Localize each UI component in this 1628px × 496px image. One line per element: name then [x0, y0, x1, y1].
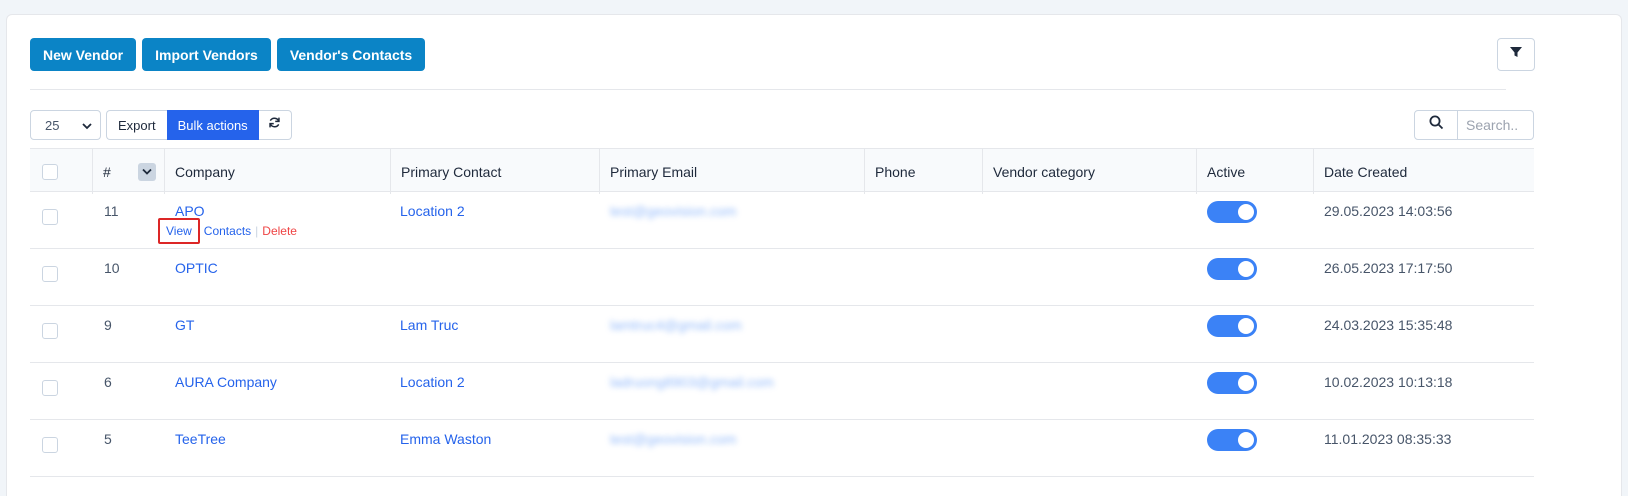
select-all-checkbox[interactable] — [42, 163, 58, 180]
toggle-knob — [1238, 432, 1254, 448]
search-group — [1414, 110, 1534, 140]
refresh-icon — [268, 116, 281, 134]
row-actions: View Contacts | Delete — [158, 218, 297, 244]
search-button[interactable] — [1414, 110, 1458, 140]
active-toggle[interactable] — [1207, 315, 1257, 337]
toggle-knob — [1238, 375, 1254, 391]
export-button-group: Export Bulk actions — [106, 110, 292, 140]
row-checkbox[interactable] — [42, 209, 58, 225]
primary-contact-link[interactable]: Lam Truc — [400, 317, 458, 333]
date-created: 29.05.2023 14:03:56 — [1324, 203, 1453, 219]
row-id: 10 — [104, 260, 120, 276]
bulk-actions-button[interactable]: Bulk actions — [166, 110, 259, 140]
date-created: 24.03.2023 15:35:48 — [1324, 317, 1453, 333]
header-date-created[interactable]: Date Created — [1314, 149, 1534, 194]
filter-button[interactable] — [1497, 38, 1535, 71]
top-action-bar: New Vendor Import Vendors Vendor's Conta… — [30, 38, 426, 71]
header-primary-email[interactable]: Primary Email — [600, 149, 865, 194]
row-checkbox[interactable] — [42, 380, 58, 396]
primary-contact-link[interactable]: Location 2 — [400, 374, 465, 390]
header-number-label: # — [103, 163, 111, 180]
company-link[interactable]: GT — [175, 317, 194, 333]
toolbar-divider — [30, 89, 1506, 90]
primary-email: ladruong8903@gmail.com — [610, 374, 774, 390]
primary-contact-link[interactable]: Emma Waston — [400, 431, 491, 447]
primary-email: test@geovision.com — [610, 203, 737, 219]
table-row: 9 GT Lam Truc lamtruc4@gmail.com 24.03.2… — [30, 306, 1534, 363]
header-number: # — [93, 149, 165, 194]
table-row: 10 OPTIC 26.05.2023 17:17:50 — [30, 249, 1534, 306]
active-toggle[interactable] — [1207, 429, 1257, 451]
import-vendors-button[interactable]: Import Vendors — [142, 38, 271, 71]
page-size-value: 25 — [45, 117, 60, 133]
active-toggle[interactable] — [1207, 372, 1257, 394]
table-row: 11 APO View Contacts | Delete Location 2… — [30, 192, 1534, 249]
search-icon — [1429, 115, 1444, 135]
row-checkbox[interactable] — [42, 266, 58, 282]
reload-button[interactable] — [258, 110, 292, 140]
header-primary-contact[interactable]: Primary Contact — [391, 149, 600, 194]
primary-email: lamtruc4@gmail.com — [610, 317, 742, 333]
company-link[interactable]: OPTIC — [175, 260, 218, 276]
vendors-contacts-button[interactable]: Vendor's Contacts — [276, 38, 426, 71]
company-link[interactable]: TeeTree — [175, 431, 226, 447]
sort-dropdown-icon[interactable] — [138, 162, 156, 181]
table-row: 5 TeeTree Emma Waston test@geovision.com… — [30, 420, 1534, 477]
contacts-link[interactable]: Contacts — [204, 224, 251, 238]
primary-contact-link[interactable]: Location 2 — [400, 203, 465, 219]
header-company[interactable]: Company — [165, 149, 391, 194]
header-select-all — [30, 149, 93, 194]
row-id: 11 — [104, 203, 119, 219]
date-created: 26.05.2023 17:17:50 — [1324, 260, 1453, 276]
date-created: 11.01.2023 08:35:33 — [1324, 431, 1452, 447]
search-input[interactable] — [1458, 110, 1534, 140]
row-id: 6 — [104, 374, 112, 390]
company-link[interactable]: APO — [175, 203, 205, 219]
row-checkbox[interactable] — [42, 437, 58, 453]
header-phone[interactable]: Phone — [865, 149, 983, 194]
action-separator: | — [255, 224, 259, 238]
header-active[interactable]: Active — [1197, 149, 1314, 194]
header-vendor-category[interactable]: Vendor category — [983, 149, 1197, 194]
export-button[interactable]: Export — [106, 110, 167, 140]
view-link[interactable]: View — [158, 218, 200, 244]
toggle-knob — [1238, 261, 1254, 277]
new-vendor-button[interactable]: New Vendor — [30, 38, 137, 71]
row-id: 9 — [104, 317, 112, 333]
active-toggle[interactable] — [1207, 258, 1257, 280]
row-id: 5 — [104, 431, 112, 447]
chevron-down-icon — [82, 118, 92, 133]
vendors-table: # Company Primary Contact Primary Email … — [30, 148, 1534, 477]
toggle-knob — [1238, 318, 1254, 334]
row-checkbox[interactable] — [42, 323, 58, 339]
page-size-select[interactable]: 25 — [30, 110, 101, 140]
active-toggle[interactable] — [1207, 201, 1257, 223]
table-header: # Company Primary Contact Primary Email … — [30, 148, 1534, 194]
company-link[interactable]: AURA Company — [175, 374, 277, 390]
primary-email: test@geovision.com — [610, 431, 737, 447]
filter-icon — [1509, 45, 1523, 64]
table-row: 6 AURA Company Location 2 ladruong8903@g… — [30, 363, 1534, 420]
toggle-knob — [1238, 204, 1254, 220]
table-controls: 25 Export Bulk actions — [30, 110, 292, 140]
delete-link[interactable]: Delete — [262, 224, 297, 238]
date-created: 10.02.2023 10:13:18 — [1324, 374, 1453, 390]
